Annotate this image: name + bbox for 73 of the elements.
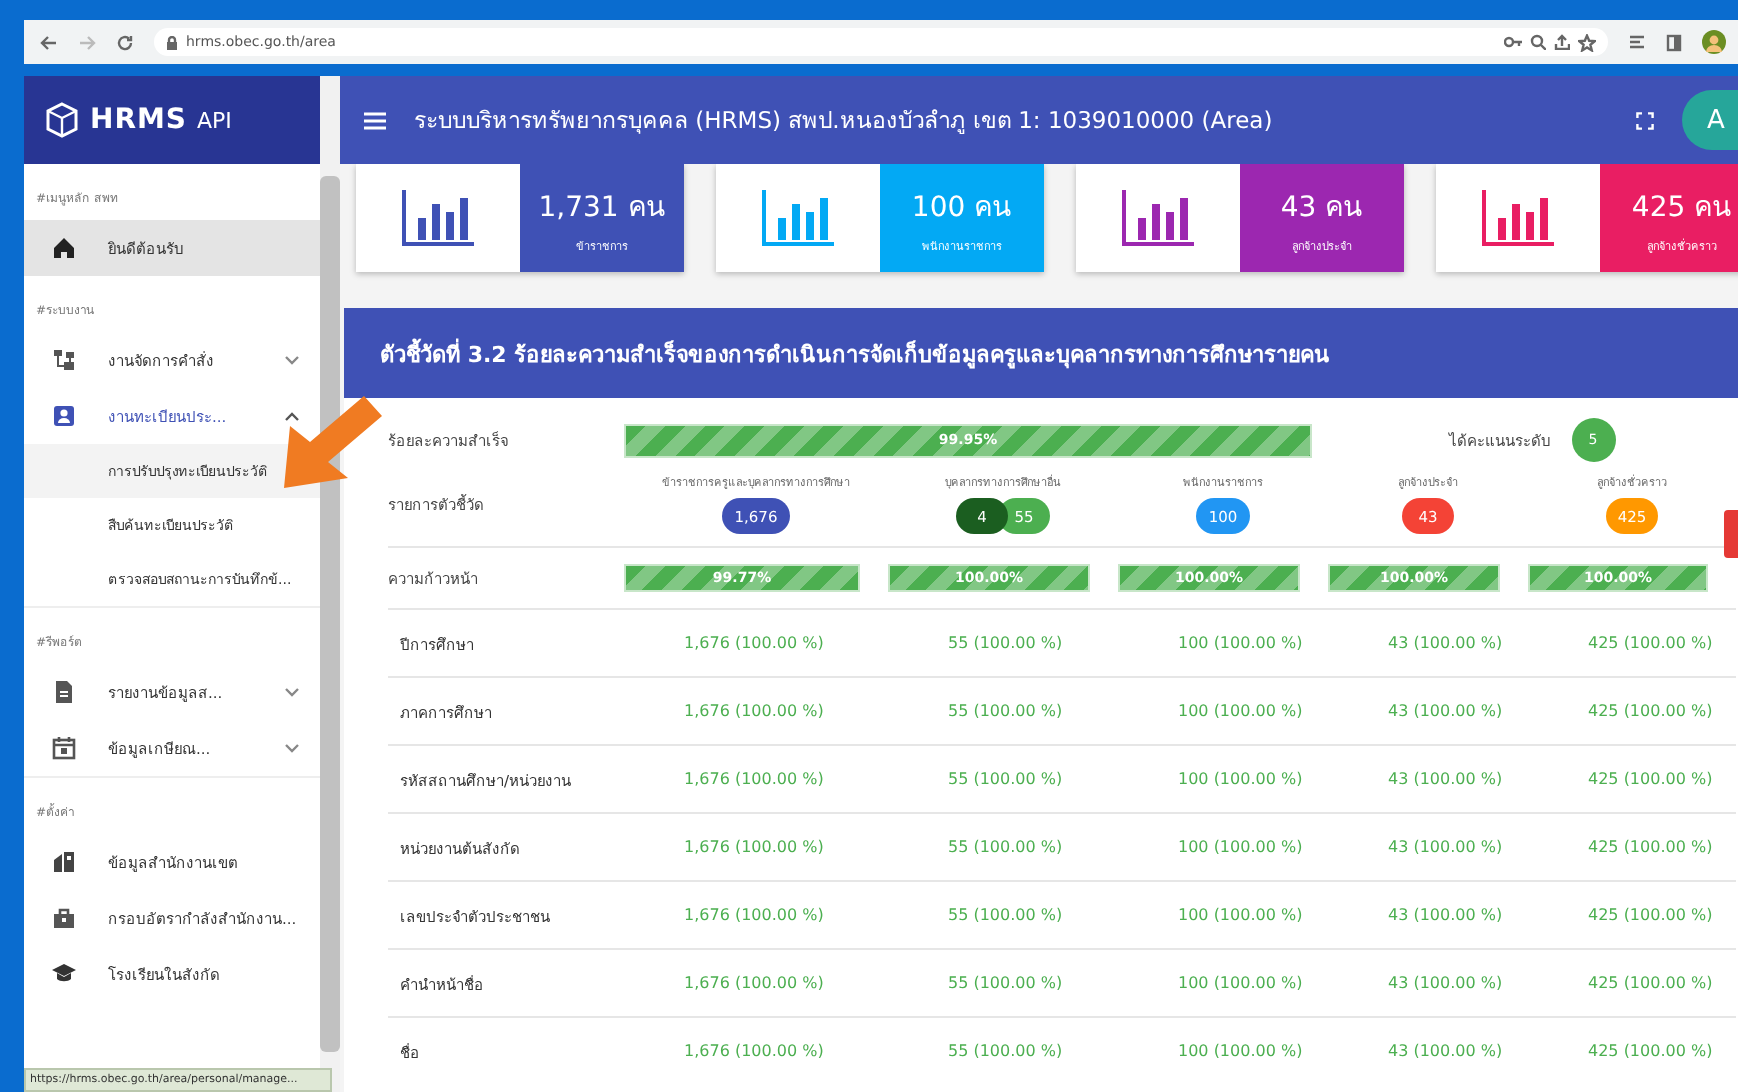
- table-cell-text: 43 (100.00 %): [1386, 904, 1505, 928]
- table-cell-text: 1,676 (100.00 %): [682, 700, 826, 724]
- table-cell-text: 100 (100.00 %): [1176, 700, 1305, 724]
- home-icon: [52, 236, 76, 260]
- key-icon[interactable]: [1504, 34, 1522, 50]
- profile-avatar-icon[interactable]: [1702, 30, 1726, 54]
- table-cell-text: 425 (100.00 %): [1586, 1040, 1715, 1064]
- scrollbar[interactable]: [320, 76, 340, 1092]
- table-cell-text: 43 (100.00 %): [1386, 836, 1505, 860]
- sidebar-icon[interactable]: [1666, 33, 1682, 51]
- table-cell-text: 425 (100.00 %): [1586, 632, 1715, 656]
- table-cell-text: 425 (100.00 %): [1586, 768, 1715, 792]
- table-cell-text: 43 (100.00 %): [1386, 1040, 1505, 1064]
- table-cell-text: 425 (100.00 %): [1586, 700, 1715, 724]
- cube-logo-icon: [44, 102, 80, 138]
- bar-chart-icon: [1482, 190, 1554, 246]
- table-cell-text: 55 (100.00 %): [946, 836, 1065, 860]
- chevron-down-icon: [284, 354, 300, 366]
- table-cell-text: 1,676 (100.00 %): [682, 836, 826, 860]
- bar-chart-icon: [762, 190, 834, 246]
- chevron-up-icon: [284, 410, 300, 422]
- stat-value: 425 คน: [1631, 189, 1733, 227]
- menu-icon[interactable]: [364, 111, 386, 129]
- table-cell-text: 55 (100.00 %): [946, 904, 1065, 928]
- logo-text: HRMS: [90, 104, 188, 136]
- table-cell-text: 43 (100.00 %): [1386, 700, 1505, 724]
- building-icon: [52, 850, 76, 874]
- table-cell-text: 43 (100.00 %): [1386, 632, 1505, 656]
- fullscreen-icon[interactable]: [1636, 111, 1654, 129]
- stat-value: 100 คน: [911, 189, 1013, 227]
- zoom-icon[interactable]: [1530, 34, 1546, 50]
- star-icon[interactable]: [1578, 33, 1596, 51]
- share-icon[interactable]: [1554, 34, 1570, 50]
- document-icon: [52, 680, 76, 704]
- stat-value: 43 คน: [1280, 189, 1364, 227]
- list-icon[interactable]: [1628, 34, 1646, 50]
- table-cell-text: 55 (100.00 %): [946, 972, 1065, 996]
- table-cell-text: 43 (100.00 %): [1386, 768, 1505, 792]
- reload-icon[interactable]: [116, 33, 134, 51]
- table-cell-text: 1,676 (100.00 %): [682, 632, 826, 656]
- table-cell-text: 425 (100.00 %): [1586, 836, 1715, 860]
- id-card-icon: [52, 404, 76, 428]
- calendar-icon: [52, 736, 76, 760]
- table-cell-text: 55 (100.00 %): [946, 768, 1065, 792]
- bar-chart-icon: [402, 190, 474, 246]
- table-cell-text: 55 (100.00 %): [946, 1040, 1065, 1064]
- table-cell-text: 100 (100.00 %): [1176, 1040, 1305, 1064]
- table-cell-text: 55 (100.00 %): [946, 632, 1065, 656]
- table-cell-text: 100 (100.00 %): [1176, 836, 1305, 860]
- panel-title: ตัวชี้วัดที่ 3.2 ร้อยละความสำเร็จของการดำเนินการจัดเก็บข้อมูลครูและบุคลากรทางการศึกษารายคน: [344, 308, 1738, 398]
- table-cell-text: 43 (100.00 %): [1386, 972, 1505, 996]
- table-cell-text: 1,676 (100.00 %): [682, 904, 826, 928]
- table-cell-text: 100 (100.00 %): [1176, 972, 1305, 996]
- table-cell-text: 100 (100.00 %): [1176, 632, 1305, 656]
- table-cell-text: 100 (100.00 %): [1176, 904, 1305, 928]
- table-cell-text: 1,676 (100.00 %): [682, 972, 826, 996]
- table-cell-text: 1,676 (100.00 %): [682, 1040, 826, 1064]
- app-title: ระบบบริหารทรัพยากรบุคคล (HRMS) สพป.หนองบัวลำภู เขต 1: 1039010000 (Area): [414, 104, 1275, 138]
- bar-chart-icon: [1122, 190, 1194, 246]
- table-cell-text: 425 (100.00 %): [1586, 972, 1715, 996]
- table-cell-text: 425 (100.00 %): [1586, 904, 1715, 928]
- graduation-cap-icon: [52, 962, 76, 986]
- table-cell-text: 55 (100.00 %): [946, 700, 1065, 724]
- stat-value: 1,731 คน: [538, 189, 666, 227]
- back-icon[interactable]: [40, 33, 58, 51]
- table-cell-text: 100 (100.00 %): [1176, 768, 1305, 792]
- chevron-down-icon: [284, 686, 300, 698]
- lock-icon: [166, 35, 178, 49]
- sitemap-icon: [52, 348, 76, 372]
- table-cell-text: 1,676 (100.00 %): [682, 768, 826, 792]
- briefcase-icon: [52, 906, 76, 930]
- logo-suffix: API: [197, 107, 232, 133]
- chevron-down-icon: [284, 742, 300, 754]
